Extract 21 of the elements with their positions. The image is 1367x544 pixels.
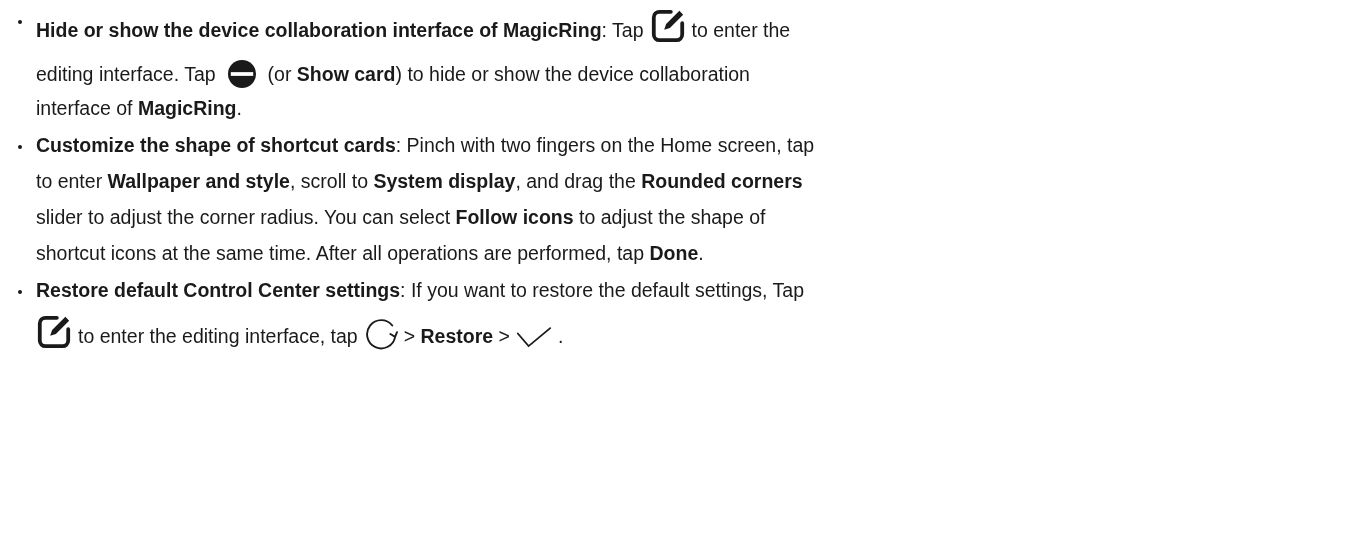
minus-circle-icon [227, 60, 256, 88]
text: Customize the shape of shortcut cards: Pinch with two fingers on the Home screen, tap [36, 133, 815, 158]
text: to enter the editing interface, tap [78, 324, 358, 349]
text: interface of MagicRing. [36, 96, 242, 121]
bullet-icon [18, 290, 22, 294]
edit-icon [649, 8, 686, 44]
refresh-icon [363, 318, 398, 350]
text: > Restore > [403, 324, 510, 349]
bullet-icon [18, 20, 22, 24]
edit-icon [36, 314, 72, 350]
text: editing interface. Tap [36, 62, 216, 87]
text: Hide or show the device collaboration interface of MagicRing: Tap [36, 18, 644, 43]
text: Restore default Control Center settings: If you want to restore the default settings, Tap [36, 278, 804, 303]
bullet-icon [18, 145, 22, 149]
text: slider to adjust the corner radius. You can select Follow icons to adjust the shape of [36, 205, 766, 230]
check-icon [515, 326, 552, 350]
text: . [557, 324, 564, 349]
text: (or Show card) to hide or show the device collaboration [267, 62, 750, 87]
text: shortcut icons at the same time. After all operations are performed, tap Done. [36, 241, 704, 266]
text: to enter Wallpaper and style, scroll to System display, and drag the Rounded corners [36, 169, 803, 194]
text: to enter the [691, 18, 791, 43]
